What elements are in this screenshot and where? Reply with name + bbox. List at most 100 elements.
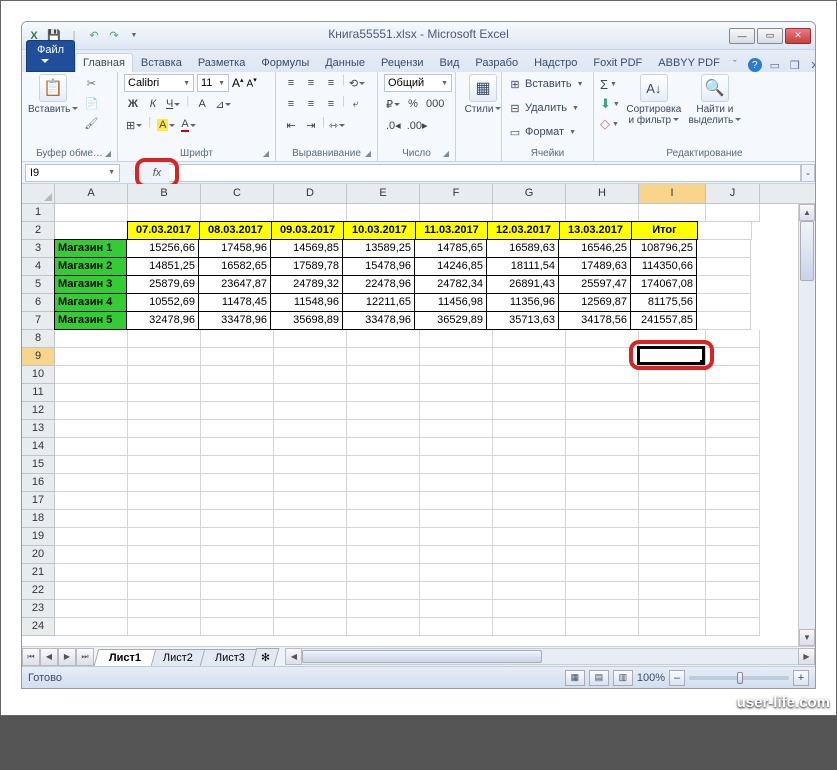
cell-G24[interactable] — [493, 618, 566, 636]
scroll-right-icon[interactable]: ▶ — [798, 648, 815, 665]
cell-H7[interactable]: 34178,56 — [558, 311, 631, 330]
wrap-text-icon[interactable]: ⤶ — [347, 95, 365, 113]
sheet-nav-1[interactable]: ◀ — [40, 648, 58, 666]
close-button[interactable]: ✕ — [785, 28, 811, 44]
cell-A9[interactable] — [55, 348, 128, 366]
sort-filter-button[interactable]: A↓ Сортировка и фильтр — [624, 74, 684, 126]
cell-E2[interactable]: 10.03.2017 — [343, 221, 416, 240]
cell-F20[interactable] — [420, 546, 493, 564]
cell-A4[interactable]: Магазин 2 — [54, 257, 127, 276]
row-header-3[interactable]: 3 — [22, 240, 55, 258]
cell-G17[interactable] — [493, 492, 566, 510]
cell-J5[interactable] — [697, 276, 751, 294]
comma-icon[interactable]: 000 — [424, 95, 446, 113]
cell-H15[interactable] — [566, 456, 639, 474]
cell-G20[interactable] — [493, 546, 566, 564]
fill-color-button[interactable]: A — [155, 116, 177, 134]
cell-C15[interactable] — [201, 456, 274, 474]
cell-I23[interactable] — [639, 600, 706, 618]
cell-B1[interactable] — [128, 204, 201, 222]
cell-C5[interactable]: 23647,87 — [198, 275, 271, 294]
doc-close-icon[interactable]: ✕ — [808, 58, 816, 72]
sheet-nav-3[interactable]: ⏭ — [76, 648, 94, 666]
cell-D20[interactable] — [274, 546, 347, 564]
cell-D2[interactable]: 09.03.2017 — [271, 221, 344, 240]
cell-E9[interactable] — [347, 348, 420, 366]
cell-C2[interactable]: 08.03.2017 — [199, 221, 272, 240]
find-select-button[interactable]: 🔍 Найти и выделить — [688, 74, 742, 126]
align-center-icon[interactable]: ≡ — [302, 95, 320, 113]
align-middle-icon[interactable]: ≡ — [302, 74, 320, 92]
dec-decimal-icon[interactable]: .00▸ — [405, 116, 430, 134]
cell-F19[interactable] — [420, 528, 493, 546]
cell-B21[interactable] — [128, 564, 201, 582]
cell-B14[interactable] — [128, 438, 201, 456]
row-header-4[interactable]: 4 — [22, 258, 55, 276]
cell-G21[interactable] — [493, 564, 566, 582]
cell-I7[interactable]: 241557,85 — [630, 311, 697, 330]
file-tab[interactable]: Файл — [26, 40, 75, 72]
select-all-corner[interactable] — [22, 184, 55, 203]
cell-A22[interactable] — [55, 582, 128, 600]
cell-A16[interactable] — [55, 474, 128, 492]
cell-G14[interactable] — [493, 438, 566, 456]
autosum-button[interactable]: Σ▼ — [600, 74, 620, 94]
cell-F15[interactable] — [420, 456, 493, 474]
cell-A23[interactable] — [55, 600, 128, 618]
cell-A14[interactable] — [55, 438, 128, 456]
row-header-15[interactable]: 15 — [22, 456, 55, 474]
name-box[interactable]: I9▼ — [25, 164, 120, 182]
cell-E14[interactable] — [347, 438, 420, 456]
align-bottom-icon[interactable]: ≡ — [322, 74, 340, 92]
row-header-21[interactable]: 21 — [22, 564, 55, 582]
cell-I14[interactable] — [639, 438, 706, 456]
cell-C10[interactable] — [201, 366, 274, 384]
view-normal-icon[interactable]: ▦ — [565, 670, 585, 686]
cell-I3[interactable]: 108796,25 — [630, 239, 697, 258]
cell-I13[interactable] — [639, 420, 706, 438]
cell-D7[interactable]: 35698,89 — [270, 311, 343, 330]
cell-G11[interactable] — [493, 384, 566, 402]
cell-E10[interactable] — [347, 366, 420, 384]
ribbon-tab-6[interactable]: Вид — [432, 53, 468, 72]
row-header-20[interactable]: 20 — [22, 546, 55, 564]
fill-button[interactable]: ⬇▼ — [600, 94, 620, 114]
cell-H5[interactable]: 25597,47 — [558, 275, 631, 294]
cell-A19[interactable] — [55, 528, 128, 546]
cell-B23[interactable] — [128, 600, 201, 618]
sheet-nav-2[interactable]: ▶ — [58, 648, 76, 666]
cell-J23[interactable] — [706, 600, 760, 618]
cell-A3[interactable]: Магазин 1 — [54, 239, 127, 258]
cell-I16[interactable] — [639, 474, 706, 492]
cell-G1[interactable] — [493, 204, 566, 222]
cell-F13[interactable] — [420, 420, 493, 438]
cell-H22[interactable] — [566, 582, 639, 600]
row-header-8[interactable]: 8 — [22, 330, 55, 348]
delete-cells-button[interactable]: ⊟Удалить▼ — [508, 98, 579, 118]
cell-F1[interactable] — [420, 204, 493, 222]
cell-C22[interactable] — [201, 582, 274, 600]
cell-D17[interactable] — [274, 492, 347, 510]
cell-F14[interactable] — [420, 438, 493, 456]
grow-font-icon[interactable]: A▴ — [232, 76, 244, 90]
zoom-out-button[interactable]: – — [669, 670, 685, 686]
cell-G3[interactable]: 16589,63 — [486, 239, 559, 258]
cell-G2[interactable]: 12.03.2017 — [487, 221, 560, 240]
cell-G23[interactable] — [493, 600, 566, 618]
help-icon[interactable]: ? — [748, 58, 762, 72]
cell-B3[interactable]: 15256,66 — [126, 239, 199, 258]
row-header-22[interactable]: 22 — [22, 582, 55, 600]
cell-A5[interactable]: Магазин 3 — [54, 275, 127, 294]
cell-E20[interactable] — [347, 546, 420, 564]
row-header-5[interactable]: 5 — [22, 276, 55, 294]
clear-button[interactable]: ◇▼ — [600, 114, 620, 134]
cell-H13[interactable] — [566, 420, 639, 438]
paste-button[interactable]: 📋 Вставить — [28, 74, 78, 115]
cell-A7[interactable]: Магазин 5 — [54, 311, 127, 330]
cell-E1[interactable] — [347, 204, 420, 222]
cell-F7[interactable]: 36529,89 — [414, 311, 487, 330]
cell-B9[interactable] — [128, 348, 201, 366]
cell-A8[interactable] — [55, 330, 128, 348]
cell-H12[interactable] — [566, 402, 639, 420]
cell-J4[interactable] — [697, 258, 751, 276]
